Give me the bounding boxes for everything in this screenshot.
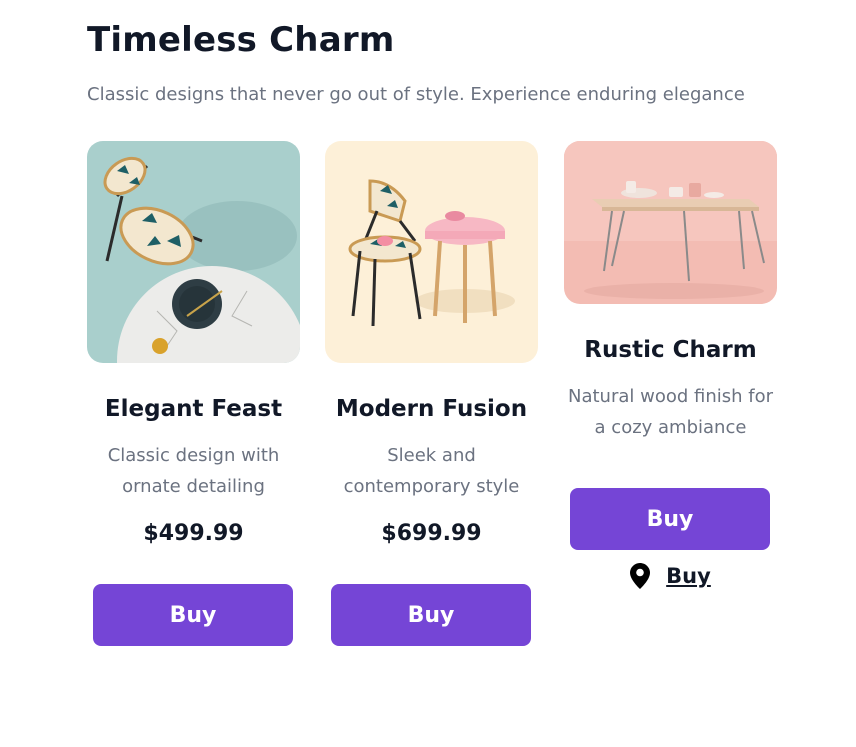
page-title: Timeless Charm	[87, 20, 395, 60]
product-description: Sleek and contemporary style	[325, 440, 538, 502]
product-card-rustic-charm: Rustic Charm Natural wood finish for a c…	[564, 141, 777, 589]
product-card-modern-fusion: Modern Fusion Sleek and contemporary sty…	[325, 141, 538, 646]
product-image	[325, 141, 538, 363]
product-image	[564, 141, 777, 304]
product-description-line: ornate detailing	[122, 476, 265, 497]
buy-link-row: Buy	[564, 563, 777, 589]
product-description: Natural wood finish for a cozy ambiance	[564, 381, 777, 443]
product-description-line: contemporary style	[343, 476, 520, 497]
product-name: Elegant Feast	[104, 396, 283, 422]
product-card-elegant-feast: Elegant Feast Classic design with ornate…	[87, 141, 300, 646]
product-name: Modern Fusion	[335, 396, 528, 422]
buy-button[interactable]: Buy	[331, 584, 531, 646]
product-name: Rustic Charm	[584, 337, 757, 363]
product-price: $699.99	[381, 521, 482, 546]
page: Timeless Charm Classic designs that neve…	[0, 0, 856, 747]
buy-button[interactable]: Buy	[93, 584, 293, 646]
product-description-line: Classic design with	[107, 445, 280, 466]
product-image	[87, 141, 300, 363]
product-price: $499.99	[143, 521, 244, 546]
product-description: Classic design with ornate detailing	[87, 440, 300, 502]
product-description-line: a cozy ambiance	[594, 417, 747, 438]
page-subtitle: Classic designs that never go out of sty…	[87, 84, 745, 105]
product-description-line: Sleek and	[387, 445, 476, 466]
buy-link[interactable]: Buy	[666, 564, 711, 588]
product-description-line: Natural wood finish for	[567, 386, 773, 407]
buy-button[interactable]: Buy	[570, 488, 770, 550]
map-pin-icon	[630, 563, 651, 589]
